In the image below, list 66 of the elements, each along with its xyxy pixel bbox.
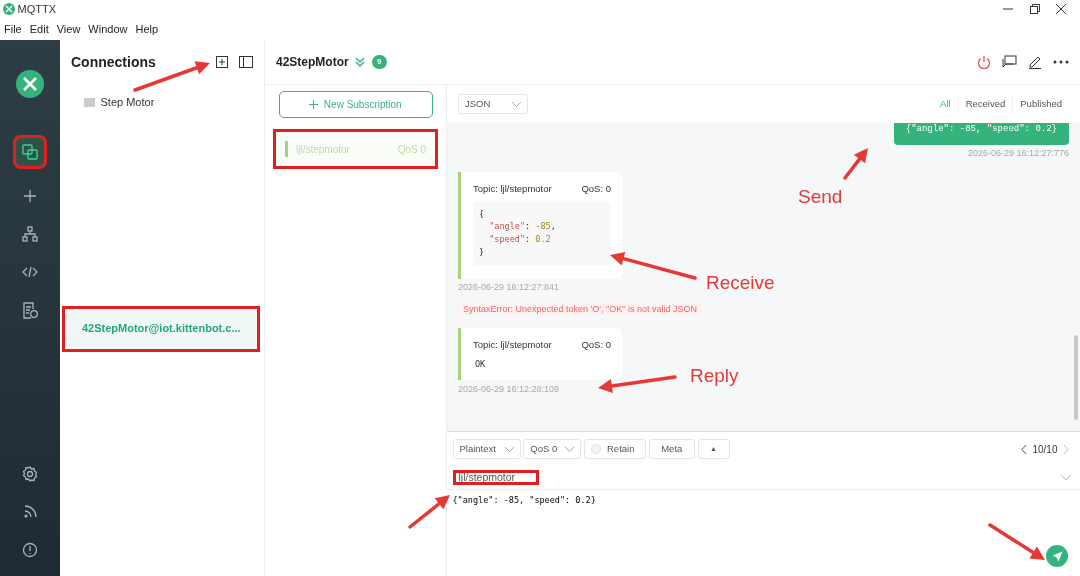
retain-checkbox[interactable]: Retain	[584, 439, 646, 459]
arrow	[408, 495, 450, 529]
topic-label: Topic: ljl/stepmotor	[473, 181, 552, 196]
connection-title: 42StepMotor	[276, 54, 349, 71]
topic-field[interactable]: ljl/stepmotor	[452, 469, 539, 486]
rss-icon[interactable]	[22, 504, 38, 519]
close-icon[interactable]	[1056, 4, 1067, 14]
menu-item[interactable]: Window	[84, 20, 132, 38]
window-title: MQTTX	[17, 1, 56, 17]
page-counter: 10/10	[1032, 442, 1058, 457]
menu-item[interactable]: File	[0, 20, 26, 38]
chevron-down-icon	[565, 446, 575, 452]
annotation-label: Reply	[690, 364, 739, 388]
settings-icon[interactable]	[22, 465, 38, 482]
scrollbar[interactable]	[1074, 335, 1078, 420]
plus-icon	[309, 99, 319, 109]
message-text: OK	[474, 357, 487, 371]
code-block: { "angle": -85, "speed": 0.2 }	[473, 201, 611, 265]
timestamp: 2026-06-29 16:12:27:841	[458, 281, 560, 295]
app-logo-icon	[16, 70, 44, 98]
sent-message: {"angle": -85, "speed": 0.2}	[893, 123, 1069, 145]
timestamp: 2026-06-29 16:12:27:776	[967, 147, 1069, 161]
menu-item[interactable]: Help	[131, 20, 163, 38]
chevron-down-icon	[512, 101, 521, 107]
error-message: SyntaxError: Unexpected token 'O', "OK" is not valid JSON	[458, 303, 702, 316]
annotation-label: Send	[798, 185, 843, 209]
qos-label: QoS: 0	[581, 337, 611, 352]
chevron-left-icon[interactable]	[1020, 444, 1027, 454]
chat-icon[interactable]	[1002, 55, 1017, 69]
code-icon[interactable]	[22, 266, 38, 278]
arrow	[988, 523, 1045, 560]
topic-label: ljl/stepmotor	[296, 142, 350, 157]
send-icon	[1051, 550, 1063, 562]
plus-icon[interactable]	[23, 189, 37, 203]
dropdown[interactable]: Plaintext	[452, 439, 521, 459]
topic-label: Topic: ljl/stepmotor	[473, 337, 552, 352]
arrow	[843, 148, 868, 180]
panel-title: Connections	[71, 52, 156, 72]
info-icon[interactable]	[22, 541, 38, 558]
more-icon[interactable]	[1053, 60, 1069, 64]
double-chevron-icon[interactable]	[354, 56, 367, 68]
filter-tab[interactable]: Received	[957, 96, 1013, 112]
chevron-down-icon	[504, 446, 514, 452]
app-logo-icon	[2, 3, 15, 15]
format-select[interactable]: JSON	[458, 94, 528, 114]
power-icon[interactable]	[977, 55, 991, 69]
filter-tab[interactable]: Published	[1012, 96, 1069, 112]
meta-button[interactable]: Meta	[648, 439, 695, 459]
folder-icon	[84, 97, 95, 107]
connections-icon[interactable]	[22, 144, 38, 160]
qos-label: QoS: 0	[581, 181, 611, 196]
edit-icon[interactable]	[1028, 55, 1042, 69]
annotation-label: Receive	[706, 271, 775, 295]
nav-button[interactable]	[13, 135, 47, 169]
sidebar-toggle-icon[interactable]	[239, 56, 253, 68]
menu-item[interactable]: View	[52, 20, 85, 38]
new-connection-icon[interactable]	[216, 56, 228, 68]
restore-icon[interactable]	[1029, 4, 1040, 14]
document-clock-icon[interactable]	[22, 301, 38, 319]
menu-item[interactable]: Edit	[25, 20, 53, 38]
hierarchy-icon[interactable]	[22, 226, 38, 242]
qos-label: QoS 0	[397, 142, 426, 157]
folder-name[interactable]: Step Motor	[100, 94, 155, 111]
dropdown[interactable]: QoS 0	[523, 439, 582, 459]
timestamp: 2026-06-29 16:12:28:109	[458, 383, 560, 396]
count-badge: 9	[371, 55, 387, 69]
